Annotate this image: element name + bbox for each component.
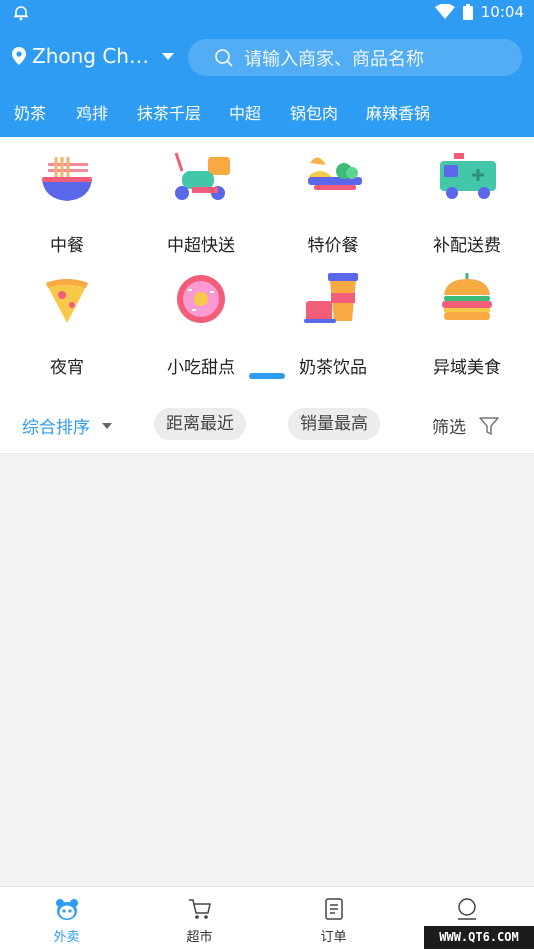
status-bar: 10:04 [0, 0, 534, 28]
noodle-bowl-icon [42, 157, 92, 201]
cart-icon [189, 899, 211, 919]
chevron-down-icon [162, 52, 174, 60]
shop-list-area [0, 454, 534, 886]
filter-button[interactable]: 筛选 [432, 413, 500, 438]
hot-tag[interactable]: 鸡排 [76, 100, 108, 124]
tab-label: 订单 [320, 930, 347, 945]
search-box[interactable]: 请输入商家、商品名称 [188, 39, 522, 76]
category-label: 异域美食 [433, 358, 501, 378]
donut-icon [177, 275, 225, 323]
meal-tray-icon [308, 157, 362, 190]
tab-orders[interactable]: 订单 [267, 887, 400, 950]
status-time: 10:04 [480, 3, 524, 21]
profile-icon [458, 898, 476, 920]
panda-icon [56, 899, 78, 920]
category-foreign-food[interactable]: 异域美食 [402, 259, 532, 379]
notification-icon [14, 6, 28, 21]
category-late-night[interactable]: 夜宵 [2, 259, 132, 379]
tab-label: 超市 [186, 930, 213, 945]
category-label: 小吃甜点 [167, 358, 235, 378]
battery-icon [462, 4, 473, 20]
wifi-icon [434, 4, 455, 19]
category-label: 中餐 [50, 236, 84, 256]
category-milk-tea[interactable]: 奶茶饮品 [268, 259, 398, 379]
sort-bar: 综合排序 距离最近 销量最高 筛选 [0, 393, 534, 454]
burger-icon [442, 273, 492, 320]
location-pin-icon [12, 47, 26, 65]
funnel-icon [479, 416, 499, 435]
category-delivery-fee[interactable]: 补配送费 [402, 137, 532, 257]
pizza-slice-icon [46, 279, 88, 323]
location-selector[interactable]: Zhong Che... [12, 44, 174, 68]
search-placeholder: 请输入商家、商品名称 [244, 48, 424, 70]
category-label: 夜宵 [50, 358, 84, 378]
category-grid: 中餐 中超快送 特价餐 补配送费 夜宵 小吃甜点 奶茶饮品 异域美食 [0, 137, 534, 393]
category-label: 中超快送 [167, 236, 235, 256]
sort-sales-button[interactable]: 销量最高 [288, 408, 380, 440]
search-icon [215, 48, 233, 67]
milk-tea-cup-icon [304, 273, 358, 323]
category-snacks-desserts[interactable]: 小吃甜点 [136, 259, 266, 379]
category-label: 特价餐 [307, 236, 359, 256]
category-chinese-food[interactable]: 中餐 [2, 137, 132, 257]
tab-takeout[interactable]: 外卖 [0, 887, 133, 950]
location-text: Zhong Che... [32, 44, 150, 68]
sort-main-label: 综合排序 [22, 418, 90, 438]
sort-distance-button[interactable]: 距离最近 [154, 408, 246, 440]
hot-tag[interactable]: 锅包肉 [290, 100, 338, 124]
watermark: WWW.QT6.COM [424, 926, 534, 949]
delivery-van-icon [440, 153, 496, 199]
category-express-delivery[interactable]: 中超快送 [136, 137, 266, 257]
chevron-down-icon [102, 422, 112, 429]
category-label: 奶茶饮品 [299, 358, 367, 378]
category-label: 补配送费 [433, 236, 501, 256]
hot-tag[interactable]: 奶茶 [14, 100, 46, 124]
page-indicator [249, 373, 285, 379]
tab-supermarket[interactable]: 超市 [133, 887, 266, 950]
hot-tag[interactable]: 抹茶千层 [137, 100, 201, 124]
hot-tag[interactable]: 中超 [229, 100, 261, 124]
app-header: 10:04 Zhong Che... 请输入商家、商品名称 奶茶 鸡排 抹茶千层… [0, 0, 534, 137]
filter-label: 筛选 [432, 418, 466, 438]
delivery-scooter-icon [174, 152, 230, 200]
tab-label: 外卖 [53, 930, 80, 945]
sort-dropdown[interactable]: 综合排序 [22, 413, 112, 438]
hot-tag[interactable]: 麻辣香锅 [366, 100, 430, 124]
category-special-meal[interactable]: 特价餐 [268, 137, 398, 257]
order-list-icon [325, 898, 343, 920]
